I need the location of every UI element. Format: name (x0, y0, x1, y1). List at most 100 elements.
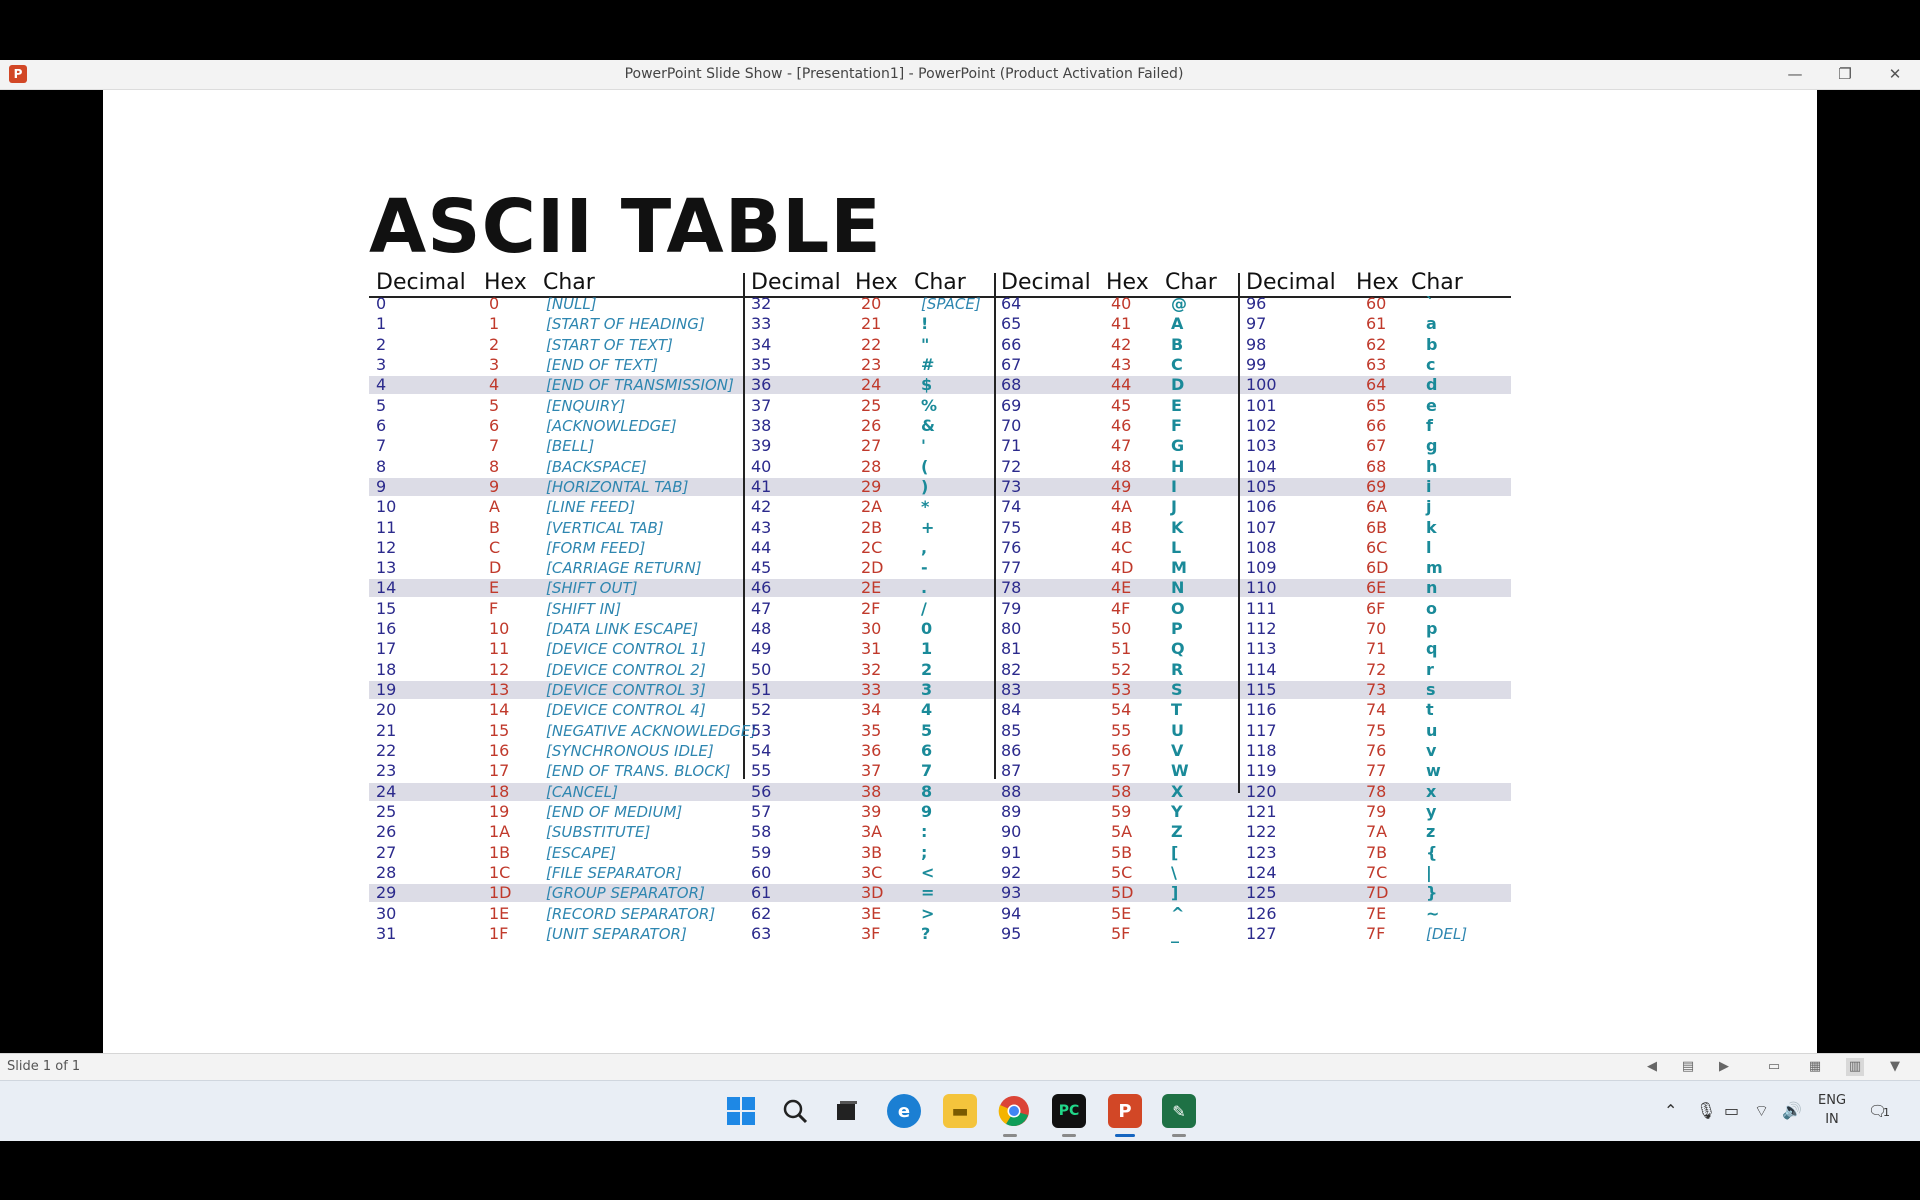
cell-hex: 5F (1111, 923, 1131, 943)
cell-hex: 2A (861, 497, 883, 517)
cell-char: 5 (921, 720, 933, 740)
cell-hex: E (489, 578, 500, 598)
window-title: PowerPoint Slide Show - [Presentation1] … (624, 66, 1184, 82)
cell-decimal: 90 (1001, 822, 1022, 842)
minimize-button[interactable]: — (1775, 60, 1815, 89)
close-button[interactable]: ✕ (1875, 60, 1915, 89)
cell-char: v (1426, 741, 1437, 761)
cell-char: [SHIFT OUT] (546, 579, 638, 598)
slide-sorter-icon[interactable]: ▦ (1806, 1058, 1824, 1076)
cell-decimal: 6 (376, 415, 387, 435)
search-icon[interactable] (778, 1094, 812, 1128)
powerpoint-icon[interactable]: P (1108, 1094, 1142, 1128)
task-view-icon[interactable] (830, 1094, 864, 1128)
cell-decimal: 88 (1001, 781, 1022, 801)
cell-hex: 6F (1366, 598, 1386, 618)
column-header-hex: Hex (1106, 270, 1149, 295)
cell-char: [ACKNOWLEDGE] (546, 416, 677, 435)
cell-decimal: 45 (751, 558, 772, 578)
cell-char: U (1171, 720, 1184, 740)
cell-char: [VERTICAL TAB] (546, 518, 664, 537)
column-header-char: Char (914, 270, 966, 295)
cell-hex: 51 (1111, 639, 1132, 659)
cell-decimal: 46 (751, 578, 772, 598)
normal-view-icon[interactable]: ▭ (1765, 1058, 1783, 1076)
cell-char: / (921, 598, 927, 618)
cell-decimal: 1 (376, 314, 387, 334)
cell-char: C (1171, 354, 1183, 374)
cell-decimal: 40 (751, 456, 772, 476)
cell-decimal: 0 (376, 294, 387, 313)
cell-char: S (1171, 680, 1183, 700)
cell-hex: 4A (1111, 497, 1133, 517)
cell-char: f (1426, 415, 1433, 435)
cell-decimal: 86 (1001, 741, 1022, 761)
column-header-char: Char (1165, 270, 1217, 295)
cell-decimal: 99 (1246, 354, 1267, 374)
cell-char: h (1426, 456, 1438, 476)
cell-decimal: 55 (751, 761, 772, 781)
cell-char: 9 (921, 802, 933, 821)
cell-decimal: 16 (376, 619, 397, 639)
next-slide-icon[interactable]: ▶ (1715, 1058, 1733, 1076)
cell-char: [DEVICE CONTROL 3] (546, 681, 706, 700)
cell-decimal: 75 (1001, 517, 1022, 537)
slideshow-icon[interactable]: ▼ (1886, 1058, 1904, 1076)
cell-char: n (1426, 578, 1438, 598)
reading-view-icon[interactable]: ▥ (1846, 1058, 1864, 1076)
cell-decimal: 96 (1246, 294, 1267, 313)
cell-decimal: 65 (1001, 314, 1022, 334)
column-separator (743, 273, 745, 779)
cell-hex: 40 (1111, 294, 1132, 313)
pycharm-icon[interactable]: PC (1052, 1094, 1086, 1128)
battery-icon[interactable]: ▭ (1724, 1081, 1739, 1141)
slide-menu-icon[interactable]: ▤ (1679, 1058, 1697, 1076)
cell-char: O (1171, 598, 1185, 618)
cell-char: [FILE SEPARATOR] (546, 863, 682, 882)
cell-decimal: 87 (1001, 761, 1022, 781)
chrome-icon[interactable] (997, 1094, 1031, 1128)
cell-hex: 67 (1366, 436, 1387, 456)
microphone-icon[interactable]: 🎙 (1696, 1081, 1716, 1141)
cell-decimal: 60 (751, 862, 772, 882)
language-indicator[interactable]: ENG IN (1818, 1091, 1846, 1129)
cell-decimal: 5 (376, 395, 387, 415)
table-row-highlight (369, 884, 1511, 903)
notifications-icon[interactable]: 🗨1 (1868, 1081, 1890, 1141)
cell-char: b (1426, 334, 1438, 354)
cell-char: r (1426, 659, 1434, 679)
chevron-up-icon[interactable]: ⌃ (1664, 1081, 1677, 1141)
wifi-icon[interactable]: ⌔ (1754, 1081, 1769, 1141)
cell-decimal: 98 (1246, 334, 1267, 354)
column-header-decimal: Decimal (751, 270, 841, 295)
excel-icon[interactable]: ✎ (1162, 1094, 1196, 1128)
edge-icon[interactable]: e (887, 1094, 921, 1128)
cell-hex: 65 (1366, 395, 1387, 415)
cell-hex: 13 (489, 680, 510, 700)
cell-hex: 48 (1111, 456, 1132, 476)
cell-decimal: 43 (751, 517, 772, 537)
cell-char: [END OF MEDIUM] (546, 803, 683, 821)
cell-hex: 4E (1111, 578, 1132, 598)
cell-char: * (921, 497, 930, 517)
cell-char: ~ (1426, 903, 1440, 923)
cell-decimal: 31 (376, 923, 397, 943)
prev-slide-icon[interactable]: ◀ (1643, 1058, 1661, 1076)
cell-decimal: 119 (1246, 761, 1277, 781)
file-explorer-icon[interactable]: ▬ (943, 1094, 977, 1128)
cell-decimal: 126 (1246, 903, 1277, 923)
cell-decimal: 13 (376, 558, 397, 578)
restore-button[interactable]: ❐ (1825, 60, 1865, 89)
slide-title: ASCII TABLE (369, 184, 882, 270)
windows-start-icon[interactable] (724, 1094, 758, 1128)
cell-hex: 32 (861, 659, 882, 679)
cell-decimal: 71 (1001, 436, 1022, 456)
cell-hex: 41 (1111, 314, 1132, 334)
cell-decimal: 21 (376, 720, 397, 740)
volume-icon[interactable]: 🔊 (1782, 1081, 1802, 1141)
cell-char: ^ (1171, 903, 1185, 923)
cell-char: [END OF TEXT] (546, 355, 659, 374)
cell-decimal: 12 (376, 537, 397, 557)
cell-hex: 7F (1366, 923, 1386, 943)
slide[interactable]: ASCII TABLE Decimal Hex Char Decimal Hex Char… (103, 90, 1817, 1053)
